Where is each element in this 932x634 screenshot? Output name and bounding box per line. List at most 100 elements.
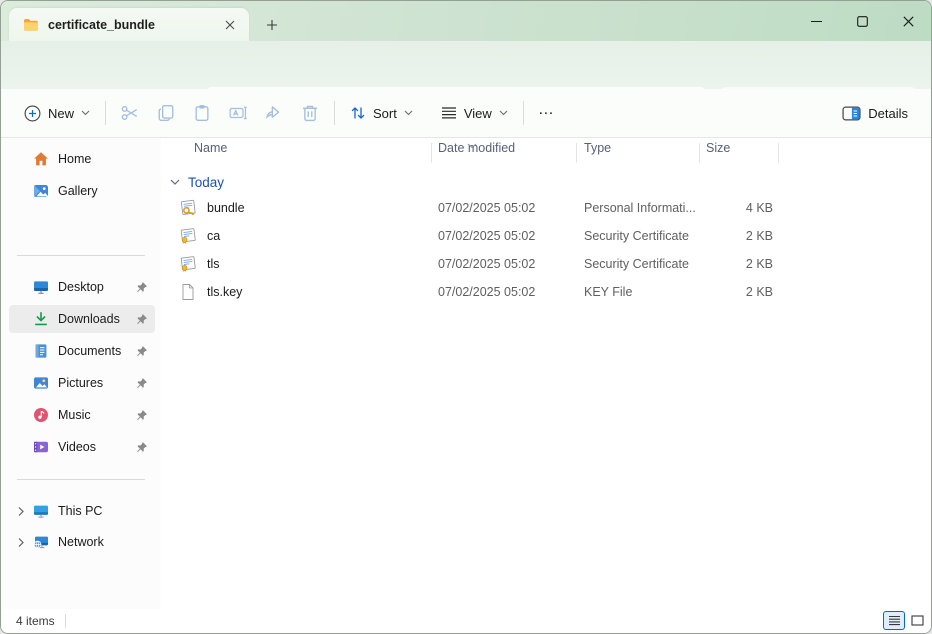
column-divider[interactable]: [699, 143, 700, 163]
pin-icon[interactable]: [135, 345, 151, 358]
maximize-button[interactable]: [839, 1, 885, 41]
details-pane-button[interactable]: Details: [833, 96, 917, 130]
item-count: 4 items: [16, 614, 55, 628]
plus-circle-icon: [24, 105, 41, 122]
paste-button[interactable]: [184, 96, 220, 130]
file-date-modified: 07/02/2025 05:02: [438, 229, 535, 243]
sort-button-label: Sort: [373, 106, 397, 121]
expand-chevron-icon[interactable]: [9, 506, 33, 517]
sidebar-item-gallery[interactable]: Gallery: [9, 177, 155, 205]
column-header-size[interactable]: Size: [706, 141, 730, 165]
file-name: tls.key: [207, 285, 242, 299]
file-row-tls-key[interactable]: tls.key 07/02/2025 05:02 KEY File 2 KB: [165, 278, 793, 306]
copy-icon: [157, 104, 175, 122]
toolbar: New Sort: [1, 89, 931, 138]
pictures-icon: [33, 375, 49, 391]
security-certificate-file-icon: [179, 255, 197, 273]
sidebar-item-label: Pictures: [58, 376, 135, 390]
file-date-modified: 07/02/2025 05:02: [438, 285, 535, 299]
file-list: Name Date modified Type Size Today bundl…: [161, 138, 931, 609]
file-size: 2 KB: [660, 285, 773, 299]
sidebar-item-home[interactable]: Home: [9, 145, 155, 173]
details-view-icon: [888, 615, 901, 626]
sidebar-item-label: Desktop: [58, 280, 135, 294]
status-bar: 4 items: [1, 609, 931, 633]
downloads-icon: [33, 311, 49, 327]
file-name: tls: [207, 257, 220, 271]
tab-certificate-bundle[interactable]: certificate_bundle: [9, 8, 249, 41]
sort-descending-icon: [467, 136, 477, 154]
chevron-down-icon: [170, 179, 180, 186]
share-button[interactable]: [256, 96, 292, 130]
folder-icon: [23, 18, 39, 32]
column-divider[interactable]: [431, 143, 432, 163]
cut-button[interactable]: [112, 96, 148, 130]
this-pc-icon: [33, 503, 49, 519]
status-divider: [65, 614, 66, 628]
sidebar-item-documents[interactable]: Documents: [9, 337, 155, 365]
sidebar-item-downloads[interactable]: Downloads: [9, 305, 155, 333]
chevron-down-icon: [404, 110, 413, 116]
column-header-type[interactable]: Type: [584, 141, 611, 165]
large-icons-view-toggle[interactable]: [906, 611, 928, 630]
sidebar-item-label: Documents: [58, 344, 135, 358]
copy-button[interactable]: [148, 96, 184, 130]
paste-icon: [193, 104, 211, 122]
titlebar: certificate_bundle: [1, 1, 931, 41]
music-icon: [33, 407, 49, 423]
pin-icon[interactable]: [135, 441, 151, 454]
sidebar-item-network[interactable]: Network: [9, 528, 155, 556]
rename-button[interactable]: [220, 96, 256, 130]
pin-icon[interactable]: [135, 313, 151, 326]
sidebar-item-music[interactable]: Music: [9, 401, 155, 429]
new-button[interactable]: New: [15, 96, 99, 130]
new-button-label: New: [48, 106, 74, 121]
file-size: 4 KB: [660, 201, 773, 215]
videos-icon: [33, 439, 49, 455]
view-button[interactable]: View: [432, 96, 517, 130]
pfx-certificate-file-icon: [179, 199, 197, 217]
sidebar-item-this-pc[interactable]: This PC: [9, 497, 155, 525]
file-row-bundle[interactable]: bundle 07/02/2025 05:02 Personal Informa…: [165, 194, 793, 222]
pin-icon[interactable]: [135, 377, 151, 390]
file-name: ca: [207, 229, 220, 243]
delete-button[interactable]: [292, 96, 328, 130]
toolbar-divider: [105, 101, 106, 125]
file-row-tls[interactable]: tls 07/02/2025 05:02 Security Certificat…: [165, 250, 793, 278]
chevron-down-icon: [81, 110, 90, 116]
column-divider[interactable]: [778, 143, 779, 163]
minimize-button[interactable]: [793, 1, 839, 41]
column-header-name[interactable]: Name: [194, 141, 227, 165]
group-label: Today: [188, 175, 224, 190]
view-icon: [441, 106, 457, 120]
desktop-icon: [33, 279, 49, 295]
group-header-today[interactable]: Today: [165, 169, 224, 195]
sidebar-item-label: Downloads: [58, 312, 135, 326]
see-more-button[interactable]: …: [530, 96, 563, 130]
details-view-toggle[interactable]: [883, 611, 905, 630]
sort-button[interactable]: Sort: [341, 96, 422, 130]
generic-file-icon: [179, 283, 197, 301]
column-divider[interactable]: [576, 143, 577, 163]
caption-buttons: [793, 1, 931, 41]
tab-close-icon[interactable]: [219, 14, 241, 36]
pin-icon[interactable]: [135, 409, 151, 422]
security-certificate-file-icon: [179, 227, 197, 245]
close-button[interactable]: [885, 1, 931, 41]
details-pane-icon: [842, 106, 861, 121]
file-size: 2 KB: [660, 229, 773, 243]
sidebar-item-label: Network: [58, 535, 155, 549]
file-name: bundle: [207, 201, 245, 215]
sidebar-item-label: Gallery: [58, 184, 155, 198]
chevron-down-icon: [499, 110, 508, 116]
home-icon: [33, 151, 49, 167]
file-row-ca[interactable]: ca 07/02/2025 05:02 Security Certificate…: [165, 222, 793, 250]
documents-icon: [33, 343, 49, 359]
new-tab-button[interactable]: [259, 12, 285, 38]
sidebar-item-desktop[interactable]: Desktop: [9, 273, 155, 301]
pin-icon[interactable]: [135, 281, 151, 294]
sidebar-item-videos[interactable]: Videos: [9, 433, 155, 461]
sidebar-item-pictures[interactable]: Pictures: [9, 369, 155, 397]
trash-icon: [301, 104, 319, 122]
expand-chevron-icon[interactable]: [9, 537, 33, 548]
